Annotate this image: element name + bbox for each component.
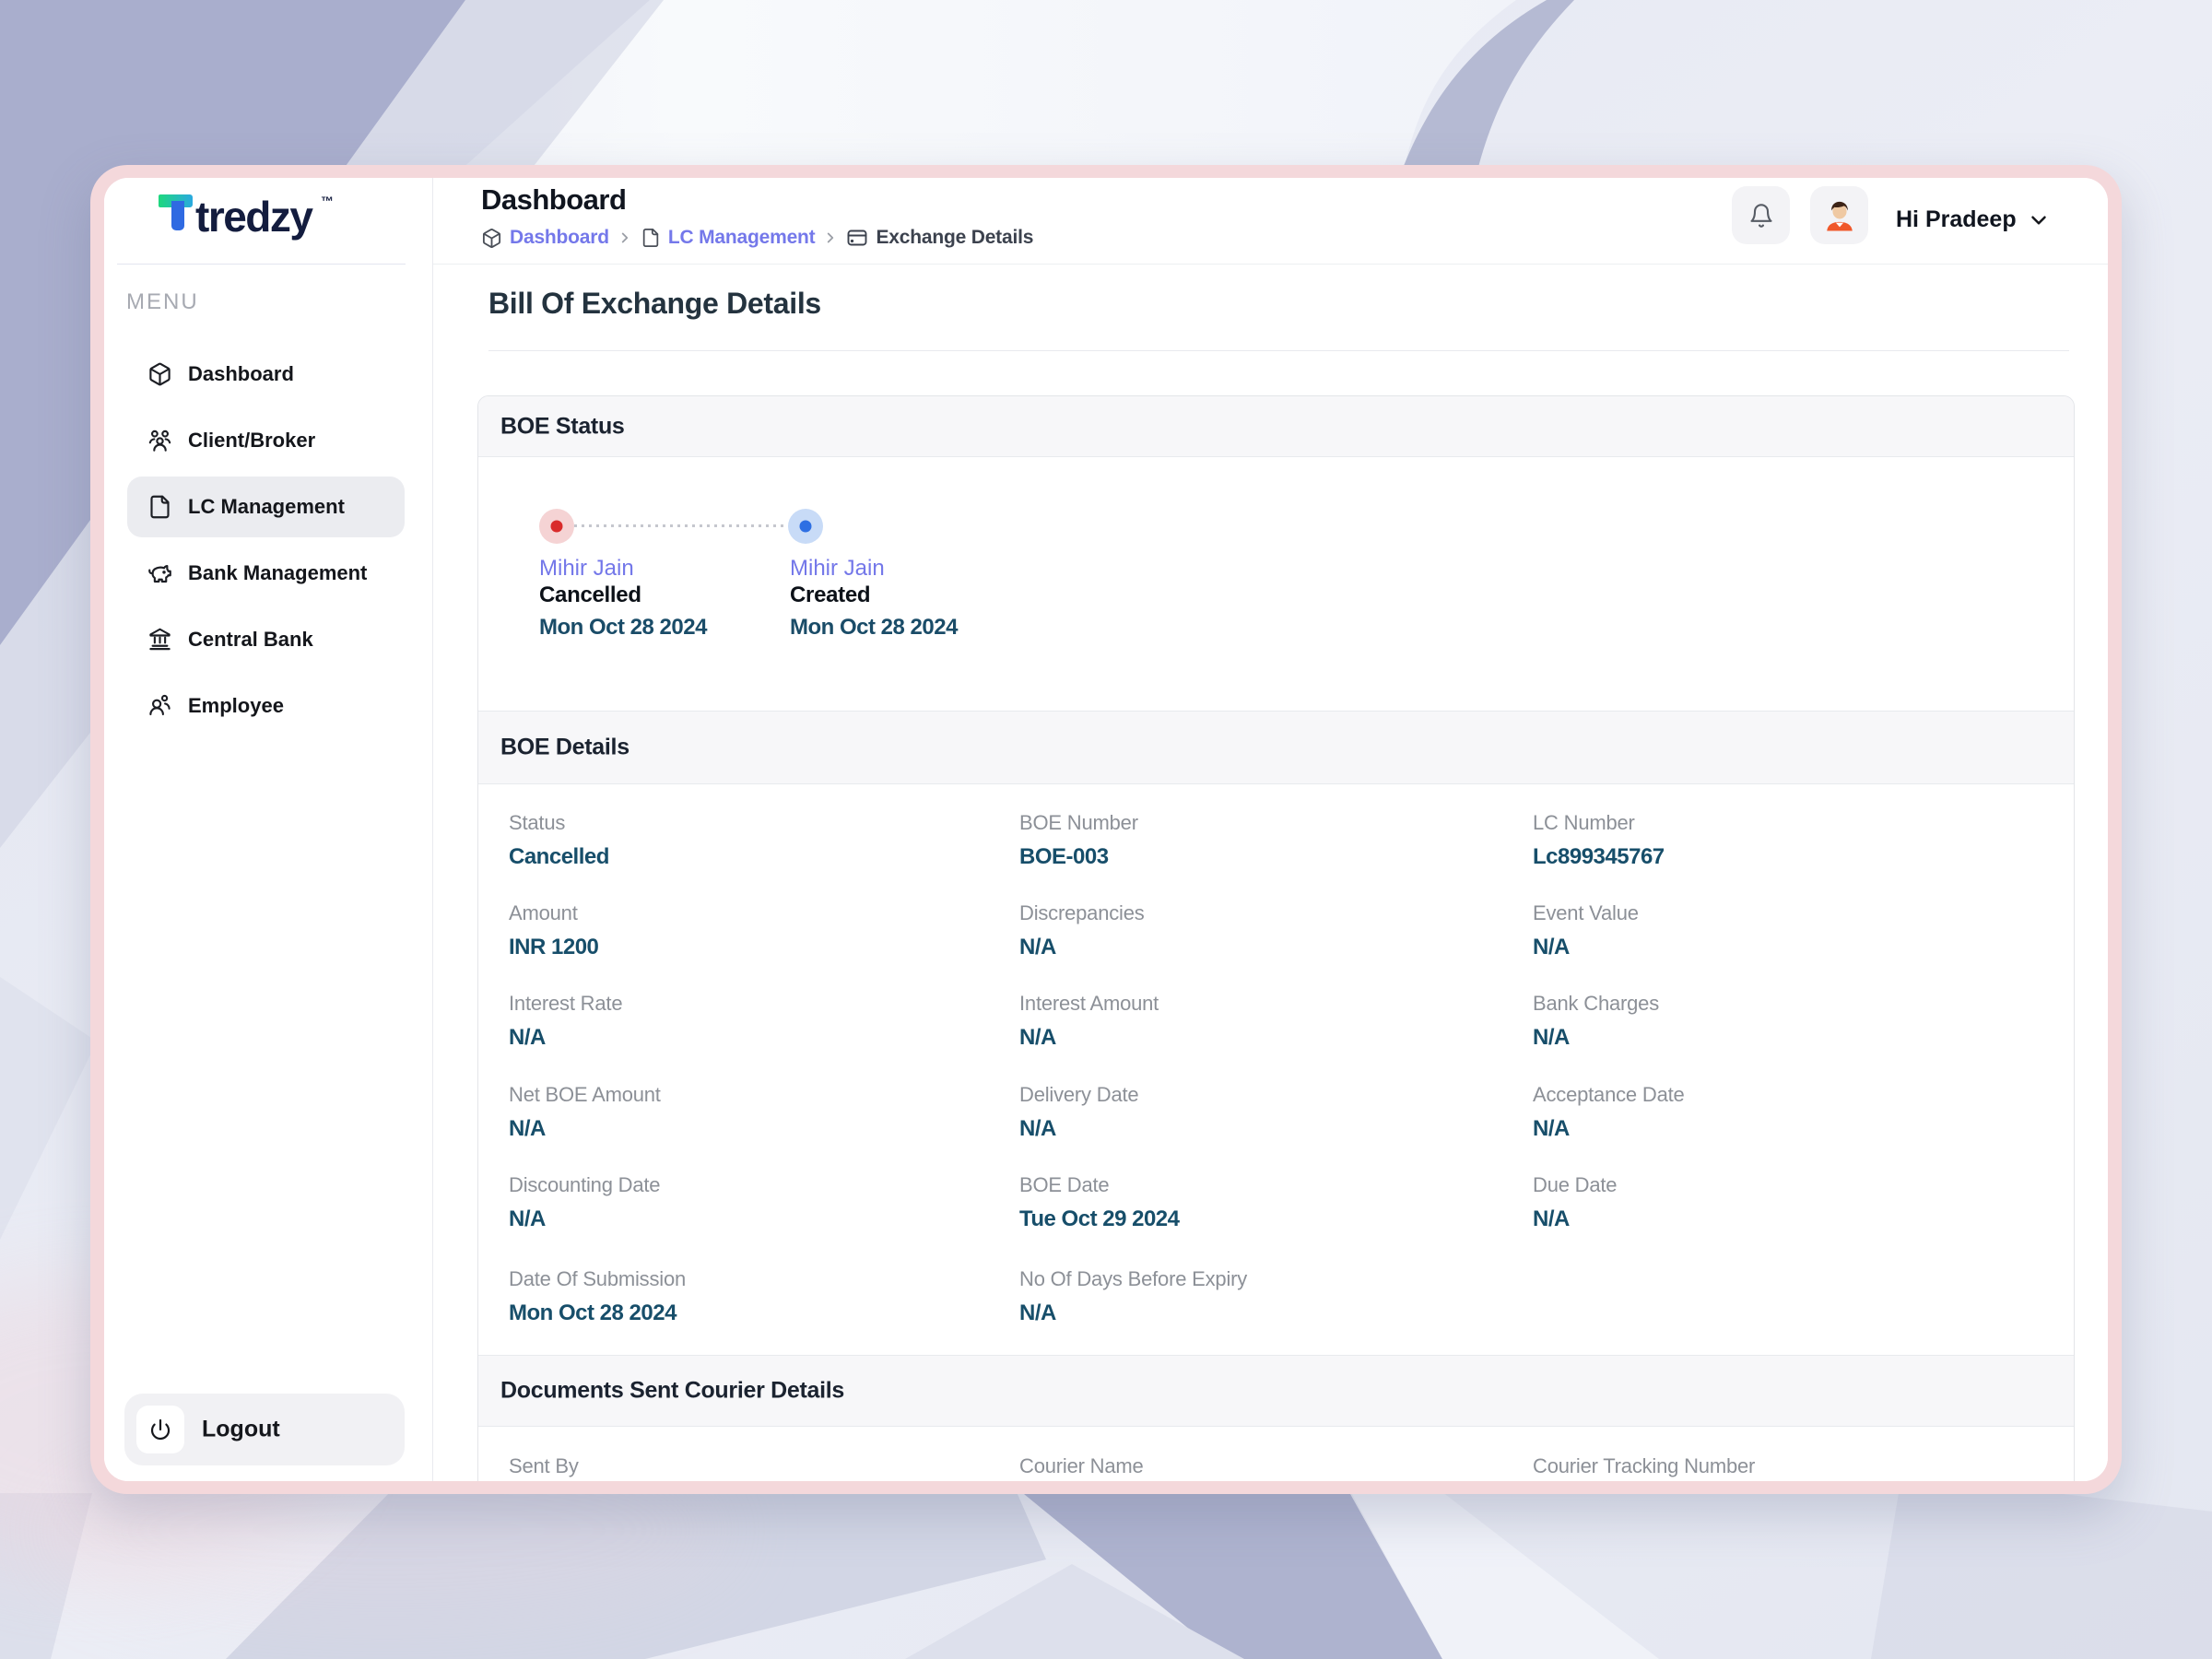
svg-text:tredzy: tredzy (195, 193, 313, 241)
svg-text:™: ™ (321, 194, 334, 208)
